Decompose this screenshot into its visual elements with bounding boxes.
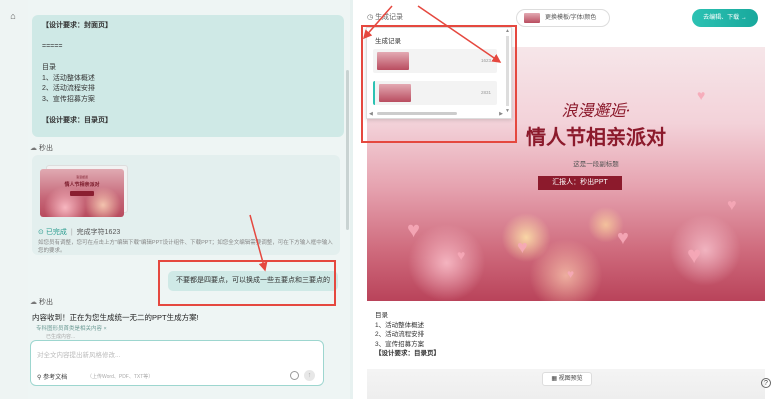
outline-line: 【设计要求：目录页】 [375, 350, 440, 357]
outline-line: 【设计要求：封面页】 [42, 22, 112, 29]
slide-outline-text: 目录 1、活动整体概述 2、活动流程安排 3、宣传招募方案 【设计要求：目录页】 [375, 311, 440, 359]
assistant-label: ☁ 秒出 [30, 299, 53, 306]
view-preview-button[interactable]: ▦ 视图预览 [542, 372, 592, 386]
assistant-label: ☁ 秒出 [30, 145, 53, 152]
status-row: ⊙ 已完成 | 完成字符1623 [38, 229, 121, 236]
reference-chip-sub: 已生成内容... [46, 334, 76, 340]
globe-icon[interactable] [290, 371, 299, 380]
paperclip-icon: ⚲ [37, 375, 42, 381]
help-icon[interactable]: ? [761, 378, 771, 388]
outline-line: 目录 [42, 64, 56, 71]
attach-button[interactable]: ⚲ 参考文档 [37, 372, 67, 381]
outline-line: 1、活动整体概述 [42, 74, 95, 82]
slide-reporter: 汇报人：秒出PPT [538, 176, 622, 190]
attach-hint: （上传Word、PDF、TXT等） [87, 374, 154, 380]
bot-icon: ☁ [30, 299, 37, 306]
left-rail: ⌂ [0, 0, 28, 399]
chat-scrollbar[interactable] [346, 70, 349, 230]
annotation-box-left [158, 260, 336, 306]
assistant-reply: 内容收到！正在为您生成统一无二的PPT生成方案! [32, 313, 199, 322]
thumb-title: 情人节相亲派对 [64, 182, 100, 188]
outline-line: ===== [42, 43, 63, 50]
outline-line: 2、活动流程安排 [42, 85, 95, 92]
annotation-box-right [361, 25, 517, 143]
clock-icon: ◷ [367, 14, 374, 21]
template-thumb-icon [524, 13, 540, 23]
card-description: 如您员有调整，您可在点击上方"编辑下载"编辑PPT设计组件、下载PPT；如您全文… [38, 240, 333, 254]
send-button[interactable]: ↑ [304, 370, 315, 381]
result-card: 浪漫邂逅 情人节相亲派对 ⊙ 已完成 | 完成字符1623 如您员有调整，您可在点击… [32, 155, 340, 255]
chat-input-box[interactable]: 对全文内容提出新风格修改... ⚲ 参考文档 （上传Word、PDF、TXT等）… [30, 340, 324, 386]
attach-label: 参考文档 [43, 375, 68, 381]
outline-line: 2、活动流程安排 [375, 331, 425, 338]
heart-icon: ♥ [407, 217, 421, 242]
generation-record-label: 生成记录 [375, 14, 404, 21]
preview-panel: ◷ 生成记录 更换模板/字体/颜色 去编辑、下载 → ♥ ♥ ♥ ♥ ♥ ♥ ♥… [353, 0, 782, 399]
grid-icon: ▦ [551, 376, 557, 382]
heart-icon: ♥ [517, 237, 528, 257]
generation-record-toggle[interactable]: ◷ 生成记录 [367, 12, 403, 22]
chat-panel: 【设计要求：封面页】 ===== 目录 1、活动整体概述 2、活动流程安排 3、… [28, 0, 350, 399]
check-icon: ⊙ [38, 229, 44, 236]
outline-message: 【设计要求：封面页】 ===== 目录 1、活动整体概述 2、活动流程安排 3、… [32, 15, 344, 137]
heart-icon: ♥ [567, 267, 575, 281]
heart-icon: ♥ [457, 247, 466, 263]
heart-icon: ♥ [727, 197, 737, 214]
view-preview-label: 视图预览 [558, 376, 583, 382]
bot-icon: ☁ [30, 145, 37, 152]
outline-line: 目录 [375, 312, 388, 319]
outline-line: 3、宣传招募方案 [375, 340, 425, 348]
heart-icon: ♥ [617, 227, 629, 249]
change-template-button[interactable]: 更换模板/字体/颜色 [516, 9, 610, 27]
outline-line: 3、宣传招募方案 [42, 95, 95, 103]
thumb-small-title: 浪漫邂逅 [75, 175, 88, 179]
status-text: 已完成 [45, 229, 67, 236]
template-button-label: 更换模板/字体/颜色 [545, 15, 597, 21]
edit-download-button[interactable]: 去编辑、下载 → [692, 9, 758, 27]
chat-input[interactable]: 对全文内容提出新风格修改... [37, 349, 120, 359]
char-count: 完成字符1623 [76, 229, 121, 236]
outline-line: 1、活动整体概述 [375, 321, 425, 329]
thumb-banner [70, 191, 94, 196]
ppt-thumbnail[interactable]: 浪漫邂逅 情人节相亲派对 [40, 169, 124, 217]
slide-subtitle: 这是一段副标题 [573, 161, 619, 168]
home-icon[interactable]: ⌂ [8, 11, 18, 21]
outline-line: 【设计要求：目录页】 [42, 116, 112, 124]
heart-icon: ♥ [687, 242, 702, 269]
